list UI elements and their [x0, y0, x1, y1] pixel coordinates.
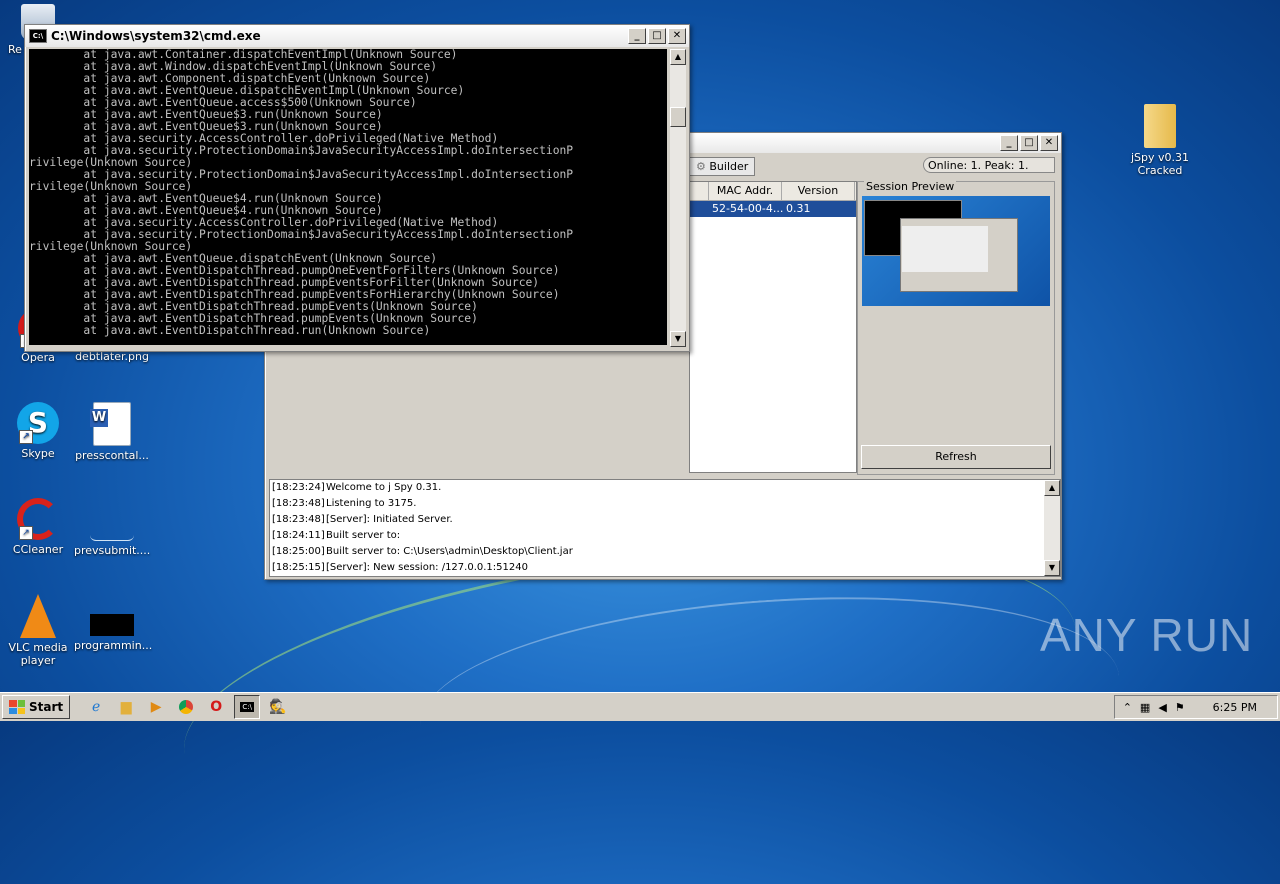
desktop-icon-jspy[interactable]: jSpy v0.31 Cracked	[1122, 104, 1198, 177]
scrollbar-thumb[interactable]	[670, 107, 686, 127]
jspy-tabbar: ⚙ Builder	[689, 157, 756, 177]
cmd-taskbar-icon[interactable]: C:\	[234, 695, 261, 719]
log-line: [18:23:48][Server]: Initiated Server.	[272, 514, 453, 525]
log-line: [18:23:24]Welcome to j Spy 0.31.	[272, 482, 442, 493]
console-scrollbar[interactable]: ▲ ▼	[670, 49, 686, 347]
word-document-icon: W	[90, 402, 131, 446]
maximize-button[interactable]: □	[648, 28, 666, 44]
blank-file-icon	[90, 516, 134, 541]
table-cell-version: 0.31	[786, 202, 811, 215]
desktop-icon-vlc[interactable]: VLC media player	[0, 594, 76, 667]
session-preview-label: Session Preview	[864, 180, 957, 193]
vlc-cone-icon	[20, 594, 56, 638]
log-line: [18:24:11]Built server to:	[272, 530, 401, 541]
chrome-icon[interactable]	[174, 696, 198, 718]
volume-icon[interactable]: ◀	[1158, 701, 1166, 714]
jspy-taskbar-icon[interactable]: 🕵	[266, 696, 290, 718]
column-header-mac[interactable]: MAC Addr.	[709, 182, 782, 200]
ie-icon[interactable]: ℯ	[84, 696, 108, 718]
cmd-window: C:\ C:\Windows\system32\cmd.exe _ □ ✕ at…	[24, 24, 690, 352]
shortcut-arrow-icon: ↗	[19, 430, 33, 444]
system-tray: ⌃ ▦ ◀ ⚑ 6:25 PM	[1113, 695, 1278, 719]
log-scrollbar[interactable]: ▲ ▼	[1044, 480, 1060, 576]
desktop-icon-skype[interactable]: S ↗ Skype	[0, 402, 76, 460]
minimize-button[interactable]: _	[628, 28, 646, 44]
desktop-icon-prevsubmit[interactable]: prevsubmit....	[74, 498, 150, 557]
scroll-down-button[interactable]: ▼	[670, 331, 686, 347]
close-button[interactable]: ✕	[668, 28, 686, 44]
windows-logo-icon	[9, 700, 25, 714]
table-row[interactable]: 52-54-00-4... 0.31	[690, 201, 856, 217]
session-preview-image	[862, 196, 1050, 312]
black-image-file-icon	[90, 614, 134, 636]
explorer-folder-icon[interactable]: ▆	[114, 696, 138, 718]
folder-icon	[1144, 104, 1176, 148]
action-center-flag-icon[interactable]: ⚑	[1175, 701, 1185, 714]
cmd-icon: C:\	[29, 29, 47, 43]
session-preview-panel: Session Preview	[857, 180, 1055, 475]
desktop-icon-ccleaner[interactable]: ↗ CCleaner	[0, 498, 76, 556]
online-status: Online: 1. Peak: 1.	[923, 157, 1055, 173]
maximize-button[interactable]: □	[1020, 135, 1038, 151]
table-cell-mac: 52-54-00-4...	[712, 202, 784, 215]
cmd-titlebar[interactable]: C:\ C:\Windows\system32\cmd.exe _ □ ✕	[25, 25, 689, 47]
shortcut-arrow-icon: ↗	[19, 526, 33, 540]
scroll-up-button[interactable]: ▲	[1044, 480, 1060, 496]
tray-expand-icon[interactable]: ⌃	[1123, 701, 1132, 714]
network-icon[interactable]: ▦	[1140, 701, 1150, 714]
session-table: MAC Addr. Version 52-54-00-4... 0.31	[689, 181, 857, 473]
anyrun-watermark: ANY RUN	[1040, 609, 1254, 661]
column-header-hidden	[690, 182, 709, 200]
gear-icon: ⚙	[696, 160, 706, 173]
scroll-up-button[interactable]: ▲	[670, 49, 686, 65]
tab-builder[interactable]: ⚙ Builder	[689, 157, 756, 176]
cmd-title: C:\Windows\system32\cmd.exe	[51, 29, 261, 43]
desktop-icon-presscontal[interactable]: W presscontal...	[74, 402, 150, 462]
scroll-down-button[interactable]: ▼	[1044, 560, 1060, 576]
start-button[interactable]: Start	[2, 695, 71, 719]
log-panel: [18:23:24]Welcome to j Spy 0.31. [18:23:…	[269, 479, 1061, 577]
table-cell	[690, 201, 710, 217]
log-line: [18:25:15][Server]: New session: /127.0.…	[272, 562, 528, 573]
table-header: MAC Addr. Version	[690, 182, 856, 201]
close-button[interactable]: ✕	[1040, 135, 1058, 151]
desktop-icon-programming[interactable]: programmin...	[74, 594, 152, 652]
ccleaner-icon: ↗	[17, 498, 59, 540]
console-output[interactable]: at java.awt.Container.dispatchEventImpl(…	[29, 49, 667, 345]
taskbar: Start ℯ ▆ ▶ O C:\ 🕵 ⌃ ▦ ◀ ⚑ 6:25 PM	[0, 692, 1280, 721]
opera-taskbar-icon[interactable]: O	[204, 696, 228, 718]
console-line: at java.awt.EventDispatchThread.run(Unkn…	[29, 324, 431, 337]
media-player-icon[interactable]: ▶	[144, 696, 168, 718]
log-line: [18:25:00]Built server to: C:\Users\admi…	[272, 546, 573, 557]
clock[interactable]: 6:25 PM	[1213, 701, 1257, 714]
skype-icon: S ↗	[17, 402, 59, 444]
column-header-version[interactable]: Version	[782, 182, 855, 200]
minimize-button[interactable]: _	[1000, 135, 1018, 151]
log-line: [18:23:48]Listening to 3175.	[272, 498, 417, 509]
refresh-button[interactable]: Refresh	[861, 445, 1051, 469]
